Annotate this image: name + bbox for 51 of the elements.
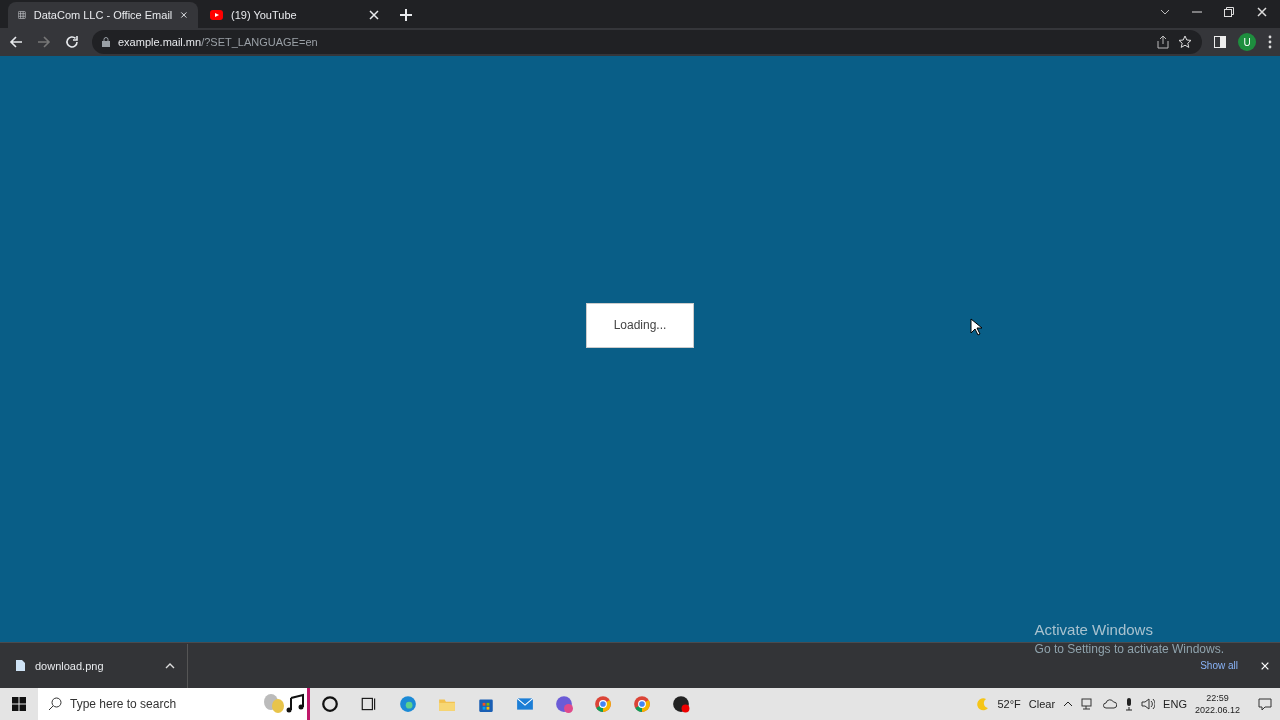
weather-condition: Clear (1028, 698, 1056, 710)
lock-icon (102, 37, 110, 47)
chevron-up-icon[interactable] (1063, 701, 1074, 707)
browser-tab[interactable]: (19) YouTube (200, 2, 390, 28)
speaker-icon[interactable] (1141, 698, 1156, 710)
close-icon[interactable] (1256, 6, 1268, 18)
share-icon[interactable] (1156, 35, 1170, 49)
cortana-circle-icon[interactable] (320, 695, 339, 713)
loading-message: Loading... (586, 302, 694, 348)
file-icon (16, 660, 25, 671)
chevron-down-icon[interactable] (1160, 9, 1170, 15)
chrome-browser-icon[interactable] (632, 695, 651, 713)
show-all-button[interactable]: Show all (1194, 659, 1244, 672)
close-icon[interactable] (368, 9, 380, 21)
chat-app-icon[interactable] (554, 695, 573, 713)
activation-title: Activate Windows (1034, 621, 1154, 638)
restore-icon[interactable] (1224, 7, 1234, 17)
reload-icon[interactable] (64, 34, 80, 50)
calendar-grid-icon (18, 9, 26, 21)
download-item[interactable]: download.png (0, 643, 188, 688)
search-icon (48, 697, 62, 711)
browser-tab[interactable]: DataCom LLC - Office Email (8, 2, 198, 28)
url-text: example.mail.mn/?SET_LANGUAGE=en (118, 36, 318, 48)
task-view-icon[interactable] (359, 695, 378, 713)
clock-date: 2022.06.12 (1194, 704, 1240, 716)
masks-music-drawing (261, 692, 307, 716)
forward-arrow-icon[interactable] (36, 34, 52, 50)
clock-time: 22:59 (1206, 692, 1229, 704)
windows-logo-icon[interactable] (12, 697, 26, 711)
activation-subtitle: Go to Settings to activate Windows. (1034, 642, 1224, 656)
star-icon[interactable] (1178, 35, 1192, 49)
mail-envelope-icon[interactable] (515, 695, 534, 713)
moon-icon (975, 697, 990, 711)
record-app-icon[interactable] (671, 695, 690, 713)
more-menu-icon[interactable] (1268, 35, 1272, 49)
language-indicator[interactable]: ENG (1163, 698, 1187, 710)
microphone-icon[interactable] (1125, 697, 1134, 711)
notification-icon[interactable] (1258, 697, 1272, 711)
taskbar-search-field[interactable]: Type here to search (38, 688, 310, 720)
chrome-browser-icon[interactable] (593, 695, 612, 713)
address-bar[interactable]: example.mail.mn/?SET_LANGUAGE=en (92, 30, 1202, 54)
profile-avatar[interactable]: U (1238, 33, 1256, 51)
mouse-pointer-icon (970, 318, 982, 336)
side-panel-icon[interactable] (1214, 36, 1226, 48)
back-arrow-icon[interactable] (8, 34, 24, 50)
video-play-icon (210, 10, 223, 20)
plus-icon[interactable] (398, 7, 414, 23)
close-icon[interactable] (180, 9, 188, 21)
cloud-icon[interactable] (1103, 699, 1118, 709)
weather-temperature: 52°F (997, 698, 1021, 710)
edge-browser-icon[interactable] (398, 695, 417, 713)
